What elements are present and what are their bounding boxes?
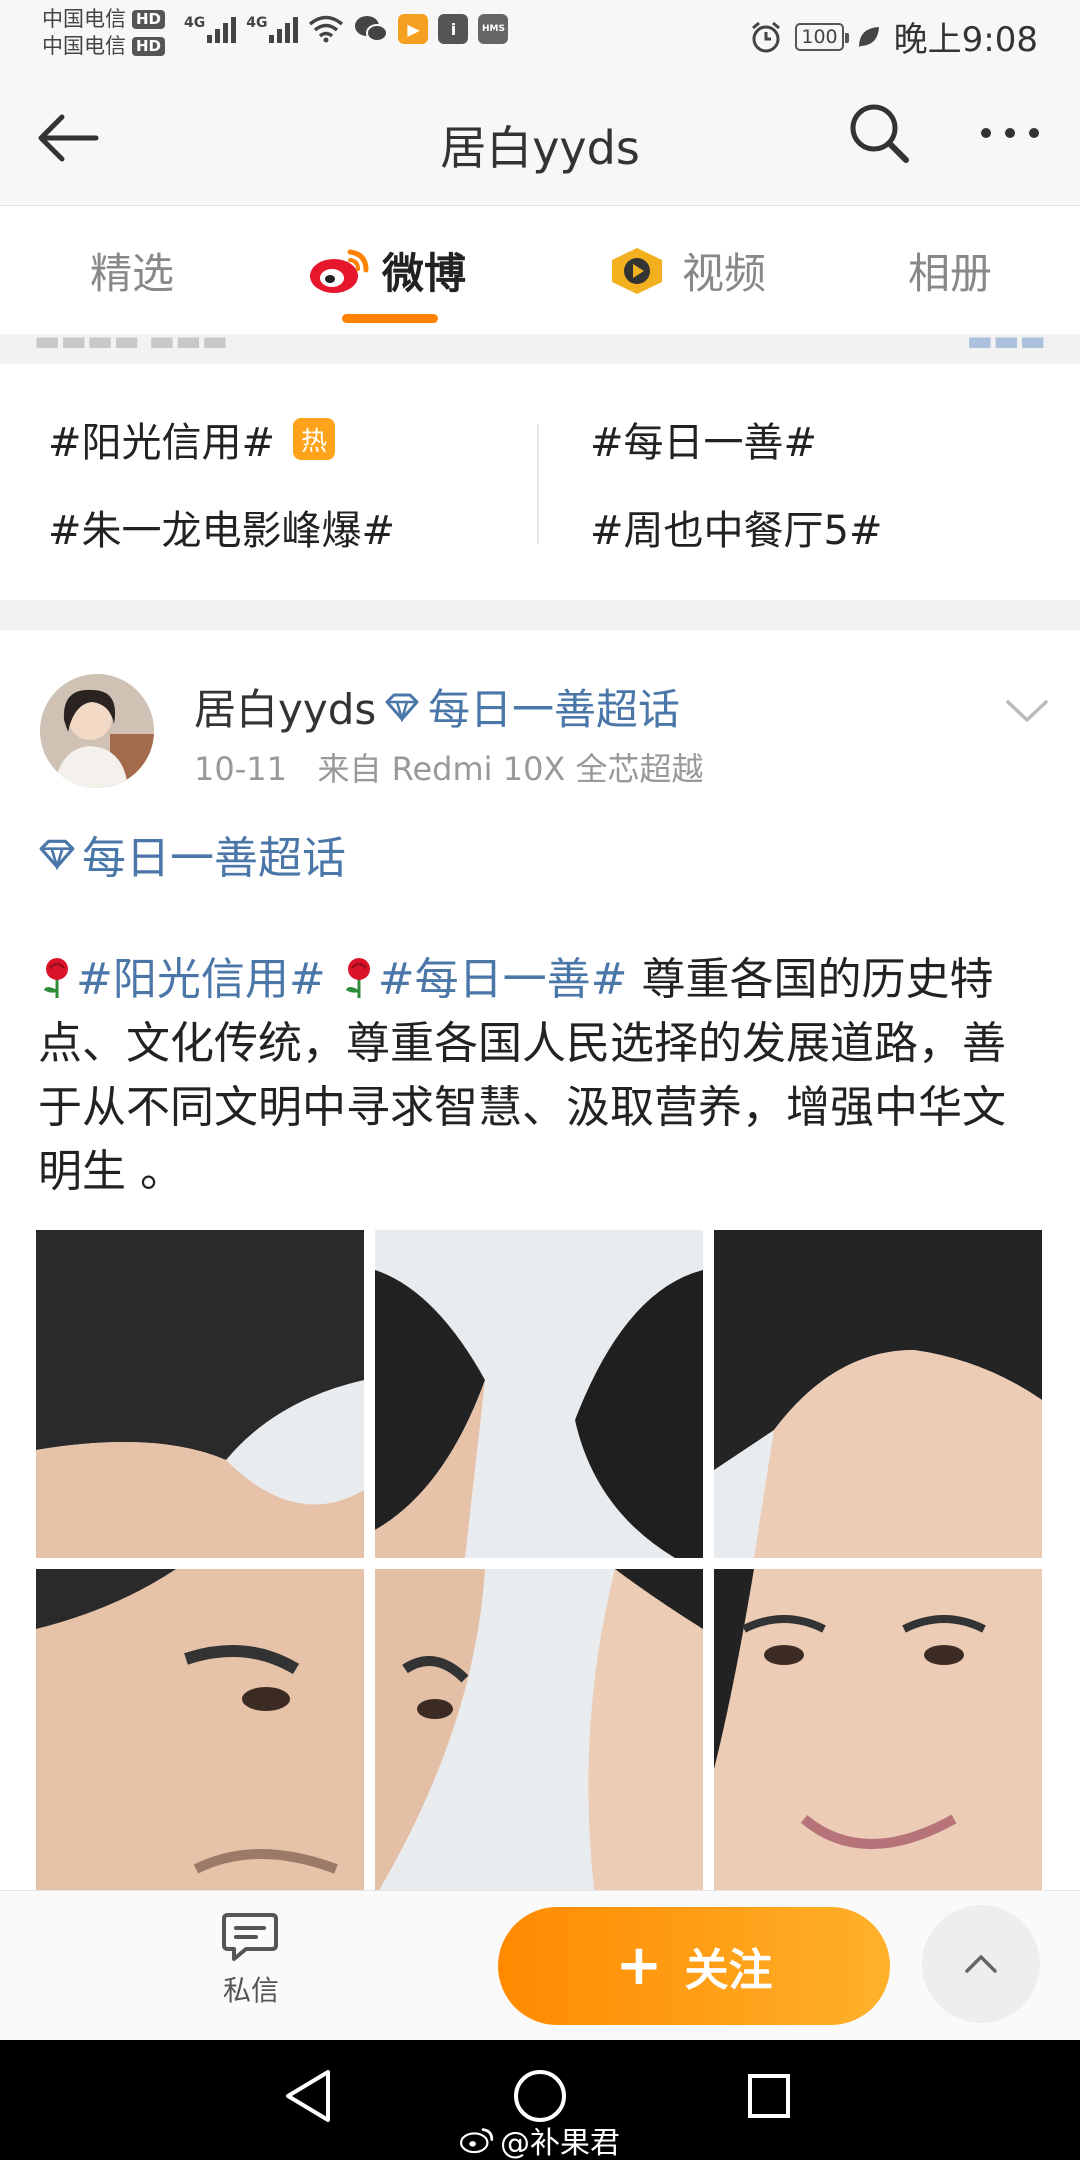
rose-icon (44, 958, 68, 998)
post-image[interactable] (36, 1569, 364, 1897)
status-right: 100 晚上9:08 (749, 12, 1038, 61)
topic-item[interactable]: #阳光信用# 热 (48, 410, 336, 468)
diamond-icon (385, 693, 419, 722)
post-source: 来自 Redmi 10X 全芯超越 (317, 750, 704, 788)
post-image[interactable] (375, 1230, 703, 1558)
carrier-2: 中国电信 (42, 34, 126, 58)
battery-icon: 100 (795, 22, 849, 51)
signal-icon: 4G (246, 15, 299, 43)
wifi-icon (309, 15, 344, 43)
carrier-1: 中国电信 (42, 7, 126, 31)
video-badge-icon (612, 247, 662, 294)
weibo-post: 居白yyds 每日一善超话 10-11 来自 Redmi 10X 全芯超越 每日… (0, 630, 1080, 1897)
nav-back-icon[interactable] (282, 2068, 334, 2124)
watermark: @补果君 (460, 2118, 620, 2160)
hd-badge: HD (132, 10, 166, 29)
app-header: 居白yyds (0, 68, 1080, 206)
page-title: 居白yyds (440, 121, 640, 175)
status-icons: 4G 4G ▶ i HMS (184, 14, 509, 44)
carrier-info: 中国电信 HD 中国电信 HD (42, 6, 166, 60)
nav-recent-icon[interactable] (748, 2074, 790, 2118)
tab-featured[interactable]: 精选 (90, 240, 174, 301)
bottom-action-bar: 私信 + 关注 (0, 1890, 1080, 2040)
post-image[interactable] (375, 1569, 703, 1897)
alarm-icon (752, 21, 781, 52)
nav-home-icon[interactable] (514, 2070, 566, 2122)
partial-hidden-text: ▬▬▬▬ ▬▬▬ (34, 324, 229, 357)
topic-item[interactable]: #周也中餐厅5# (590, 498, 882, 556)
wechat-icon (355, 16, 389, 42)
post-image[interactable] (714, 1230, 1042, 1558)
topic-item[interactable]: #朱一龙电影峰爆# (48, 498, 395, 556)
diamond-icon (39, 839, 75, 870)
post-image[interactable] (714, 1569, 1042, 1897)
leaf-icon (858, 26, 879, 47)
follow-button[interactable]: + 关注 (498, 1907, 890, 2025)
chevron-down-icon[interactable] (1002, 690, 1052, 730)
direct-message-button[interactable]: 私信 (196, 1911, 306, 2021)
info-app-icon: i (438, 14, 469, 44)
hd-badge: HD (132, 37, 166, 56)
hms-icon: HMS (478, 14, 509, 44)
author-name[interactable]: 居白yyds (194, 676, 376, 737)
weibo-logo-icon (310, 249, 369, 293)
section-divider: ▬▬▬▬ ▬▬▬ ▬▬▬ (0, 324, 1080, 364)
tab-video[interactable]: 视频 (606, 240, 766, 301)
profile-tabs: 精选 微博 视频 相册 (0, 206, 1080, 334)
topic-item[interactable]: #每日一善# (590, 410, 817, 468)
chevron-up-icon (965, 1955, 997, 1973)
rose-icon (345, 958, 370, 998)
post-image[interactable] (36, 1230, 364, 1558)
system-nav-bar: @补果君 (0, 2040, 1080, 2160)
partial-hidden-link: ▬▬▬ (966, 324, 1046, 357)
section-divider (0, 600, 1080, 630)
scroll-to-top-button[interactable] (922, 1905, 1040, 2023)
image-grid (36, 1230, 1042, 1897)
active-tab-indicator (342, 314, 438, 323)
tab-weibo[interactable]: 微博 (308, 240, 466, 301)
tab-album[interactable]: 相册 (908, 240, 992, 301)
post-date: 10-11 (194, 750, 287, 788)
clock: 晚上9:08 (893, 20, 1038, 60)
supertopic-link[interactable]: 每日一善超话 (38, 822, 346, 886)
hashtag-link[interactable]: #阳光信用# (76, 954, 326, 1005)
search-icon[interactable] (846, 100, 912, 166)
weibo-logo-icon (460, 2128, 494, 2154)
signal-icon: 4G (184, 15, 237, 43)
video-app-icon: ▶ (398, 14, 429, 44)
hashtag-link[interactable]: #每日一善# (378, 954, 628, 1005)
hot-badge: 热 (293, 418, 336, 460)
status-bar: 中国电信 HD 中国电信 HD 4G 4G ▶ i HMS 100 晚上9:08 (0, 0, 1080, 68)
topics-divider (537, 424, 539, 544)
hot-topics-card: #阳光信用# 热 #每日一善# #朱一龙电影峰爆# #周也中餐厅5# (0, 364, 1080, 600)
avatar[interactable] (40, 674, 154, 788)
message-icon (222, 1913, 278, 1961)
more-options-icon[interactable] (970, 118, 1050, 148)
post-body: #阳光信用# #每日一善# 尊重各国的历史特点、文化传统，尊重各国人民选择的发展… (38, 948, 1048, 1204)
post-meta: 10-11 来自 Redmi 10X 全芯超越 (194, 744, 704, 790)
plus-icon: + (615, 1933, 663, 1998)
author-supertopic-badge[interactable]: 每日一善超话 (384, 676, 680, 737)
